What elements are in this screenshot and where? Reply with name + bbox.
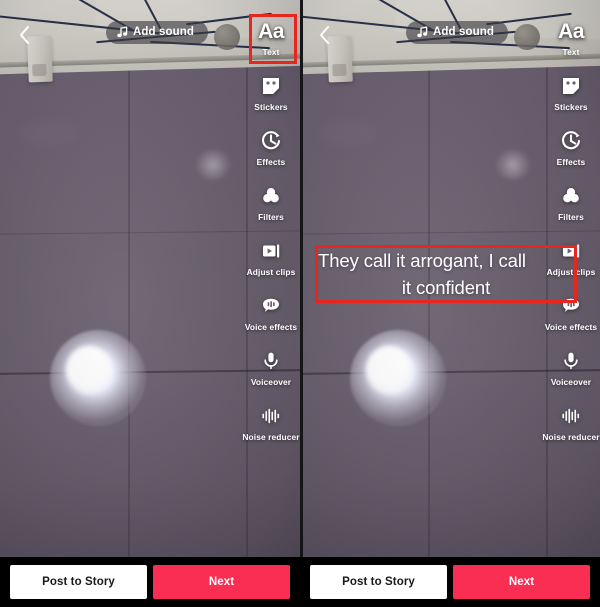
toolbar-item-label: Voice effects [544, 322, 598, 332]
toolbar-item-label: Adjust clips [246, 267, 296, 277]
toolbar-item-voice-effects[interactable]: Voice effects [242, 289, 300, 337]
microphone-icon [560, 348, 582, 374]
voice-effects-icon [260, 293, 282, 319]
toolbar-item-label: Voiceover [250, 377, 292, 387]
effects-icon [260, 128, 282, 154]
toolbar-item-effects[interactable]: Effects [242, 124, 300, 172]
add-sound-label: Add sound [433, 26, 494, 38]
bottom-action-bar: Post to Story Next [300, 557, 600, 607]
toolbar-item-label: Noise reducer [542, 432, 600, 442]
lamp-core [66, 346, 112, 394]
editor-panel-after: Add sound Aa Text Stickers Effects Filte… [300, 0, 600, 607]
add-sound-label: Add sound [133, 26, 194, 38]
toolbar-item-noise-reducer[interactable]: Noise reducer [242, 399, 300, 447]
toolbar-item-stickers[interactable]: Stickers [542, 69, 600, 117]
stickers-icon [260, 73, 282, 99]
editor-toolbar: Aa Text Stickers Effects Filters Adjust … [542, 14, 600, 447]
filters-icon [560, 183, 582, 209]
wall-smudge [318, 120, 378, 146]
adjust-clips-icon [260, 238, 282, 264]
toolbar-item-label: Stickers [554, 102, 588, 112]
wall-reflection [196, 150, 230, 180]
next-button[interactable]: Next [453, 565, 590, 599]
lamp-core [366, 346, 412, 394]
toolbar-item-label: Voiceover [550, 377, 592, 387]
microphone-icon [260, 348, 282, 374]
toolbar-item-stickers[interactable]: Stickers [242, 69, 300, 117]
add-sound-button[interactable]: Add sound [406, 21, 508, 44]
post-to-story-button[interactable]: Post to Story [10, 565, 147, 599]
toolbar-item-label: Noise reducer [242, 432, 300, 442]
noise-reducer-icon [260, 403, 282, 429]
editor-toolbar: Aa Text Stickers Effects Filters Adjust … [242, 14, 300, 447]
toolbar-item-label: Stickers [254, 102, 288, 112]
toolbar-item-voiceover[interactable]: Voiceover [542, 344, 600, 392]
toolbar-item-label: Filters [258, 212, 284, 222]
toolbar-item-filters[interactable]: Filters [542, 179, 600, 227]
toolbar-item-label: Effects [256, 157, 286, 167]
chevron-left-icon[interactable] [14, 23, 34, 47]
screenshot-root: Add sound Aa Text Stickers Effects Filte… [0, 0, 600, 607]
toolbar-item-filters[interactable]: Filters [242, 179, 300, 227]
wall-smudge [18, 120, 78, 146]
toolbar-item-label: Filters [558, 212, 584, 222]
bottom-action-bar: Post to Story Next [0, 557, 300, 607]
music-note-icon [417, 26, 428, 38]
noise-reducer-icon [560, 403, 582, 429]
toolbar-item-label: Effects [556, 157, 586, 167]
toolbar-item-adjust-clips[interactable]: Adjust clips [242, 234, 300, 282]
music-note-icon [117, 26, 128, 38]
toolbar-item-label: Text [562, 47, 580, 57]
highlight-box-text-overlay [315, 245, 577, 303]
wall-reflection [496, 150, 530, 180]
wall-vertical-seam [428, 56, 430, 557]
panel-comparison: Add sound Aa Text Stickers Effects Filte… [0, 0, 600, 607]
toolbar-item-noise-reducer[interactable]: Noise reducer [542, 399, 600, 447]
toolbar-item-text[interactable]: Aa Text [542, 14, 600, 62]
toolbar-item-effects[interactable]: Effects [542, 124, 600, 172]
post-to-story-button[interactable]: Post to Story [310, 565, 447, 599]
toolbar-item-label: Voice effects [244, 322, 298, 332]
stickers-icon [560, 73, 582, 99]
highlight-box-text-tool [249, 14, 297, 64]
text-aa-glyph: Aa [558, 19, 584, 43]
text-aa-icon: Aa [558, 18, 584, 44]
add-sound-button[interactable]: Add sound [106, 21, 208, 44]
wall-vertical-seam [128, 56, 130, 557]
toolbar-item-voiceover[interactable]: Voiceover [242, 344, 300, 392]
effects-icon [560, 128, 582, 154]
next-button[interactable]: Next [153, 565, 290, 599]
editor-panel-before: Add sound Aa Text Stickers Effects Filte… [0, 0, 300, 607]
filters-icon [260, 183, 282, 209]
chevron-left-icon[interactable] [314, 23, 334, 47]
